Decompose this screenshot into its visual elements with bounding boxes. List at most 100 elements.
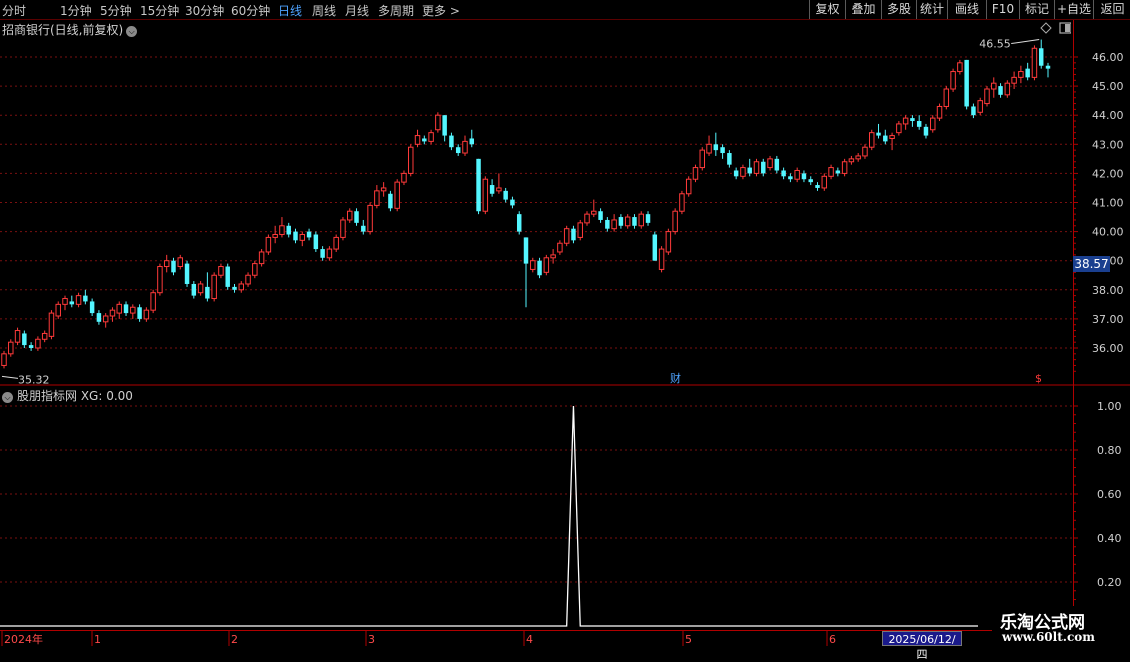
low-price-label: 35.32	[18, 373, 50, 386]
candle	[435, 112, 441, 133]
candle	[286, 222, 291, 238]
candle-body	[591, 210, 597, 215]
candle	[143, 307, 150, 322]
candle	[109, 307, 116, 322]
indicator-tick-label: 0.60	[1097, 488, 1122, 501]
candle-body	[394, 181, 400, 209]
candle	[272, 225, 278, 244]
candle-body	[157, 266, 163, 294]
candle	[408, 144, 414, 177]
time-label: 2	[231, 633, 238, 646]
candle	[293, 228, 298, 244]
candle-body	[143, 309, 150, 320]
time-label: 3	[368, 633, 375, 646]
candle	[916, 115, 922, 130]
diamond-icon[interactable]	[1040, 22, 1052, 34]
candle-body	[896, 123, 902, 134]
candle	[476, 158, 481, 215]
candle	[862, 144, 868, 159]
candle	[503, 187, 508, 203]
candle-body	[998, 86, 1003, 95]
candle	[354, 208, 359, 226]
chevron-down-icon[interactable]: ⌵	[2, 392, 13, 403]
candle	[943, 86, 950, 110]
candle-body	[35, 338, 41, 349]
candle-body	[320, 249, 325, 258]
candle-body	[971, 106, 976, 116]
price-tick-label: 36.00	[1092, 342, 1124, 355]
candle	[367, 202, 373, 235]
candle-body	[83, 295, 88, 302]
candle-body	[841, 161, 848, 174]
candle-body	[449, 135, 454, 148]
candle	[333, 234, 339, 252]
candle-body	[571, 228, 576, 241]
candle	[1, 350, 7, 369]
high-price-label: 46.55	[979, 38, 1011, 51]
candle-body	[658, 248, 665, 270]
candle	[320, 246, 325, 261]
indicator-title-bar: ⌵ 股朋指标网 XG: 0.00	[2, 387, 133, 404]
candle	[971, 103, 976, 119]
candle-body	[550, 254, 556, 259]
candle	[733, 167, 739, 180]
candle	[388, 190, 393, 212]
candle-body	[516, 214, 522, 232]
candle-body	[916, 121, 922, 127]
candle	[48, 310, 55, 340]
chevron-down-icon[interactable]: ⌵	[126, 26, 138, 37]
candle-body	[1, 353, 7, 366]
price-tick-label: 44.00	[1092, 109, 1124, 122]
candle	[618, 214, 624, 229]
candle-layer: 46.55 35.32 财 $	[1, 38, 1051, 386]
candle-body	[109, 309, 116, 317]
candle	[177, 254, 183, 270]
candle	[299, 231, 306, 247]
panel-toggle-icon[interactable]	[1059, 22, 1071, 34]
candle-body	[374, 190, 380, 206]
candle-body	[632, 217, 637, 226]
candle-body	[496, 187, 502, 192]
candle	[998, 83, 1003, 98]
candle-body	[733, 170, 739, 177]
candle-body	[150, 292, 156, 311]
candle-body	[62, 298, 68, 305]
candle	[340, 217, 346, 241]
candle	[62, 295, 68, 311]
candle-body	[89, 301, 95, 314]
candle-body	[869, 132, 875, 148]
candle	[991, 77, 997, 98]
candle-body	[137, 307, 142, 319]
candle	[808, 176, 813, 186]
candle	[706, 135, 712, 156]
indicator-tick-label: 0.40	[1097, 532, 1122, 545]
candle	[624, 214, 631, 229]
candle	[306, 228, 312, 241]
candle	[672, 208, 678, 235]
candle	[930, 115, 936, 133]
candle-body	[862, 146, 868, 157]
time-label: 6	[829, 633, 836, 646]
candle	[489, 179, 495, 197]
candle-body	[191, 283, 197, 296]
candle	[89, 298, 95, 316]
candle	[22, 330, 27, 348]
candle	[794, 167, 800, 183]
candle	[238, 281, 245, 293]
candle-body	[902, 117, 909, 125]
candle-body	[41, 332, 48, 340]
price-tick-label: 46.00	[1092, 51, 1124, 64]
candle	[197, 281, 204, 296]
candle	[347, 208, 353, 223]
candle-body	[835, 170, 841, 174]
candle	[401, 170, 407, 186]
candle-body	[1011, 76, 1017, 84]
candle-body	[435, 114, 441, 131]
kline-chart[interactable]: 46.5535.32 财 $ 46.0045.0044.0043.0042.0041…	[0, 0, 1130, 650]
candle	[841, 158, 848, 177]
candle-body	[530, 260, 536, 270]
candle	[855, 153, 861, 162]
candle-body	[977, 100, 983, 113]
candle	[218, 263, 224, 279]
current-price-label: 38.57	[1073, 256, 1110, 272]
